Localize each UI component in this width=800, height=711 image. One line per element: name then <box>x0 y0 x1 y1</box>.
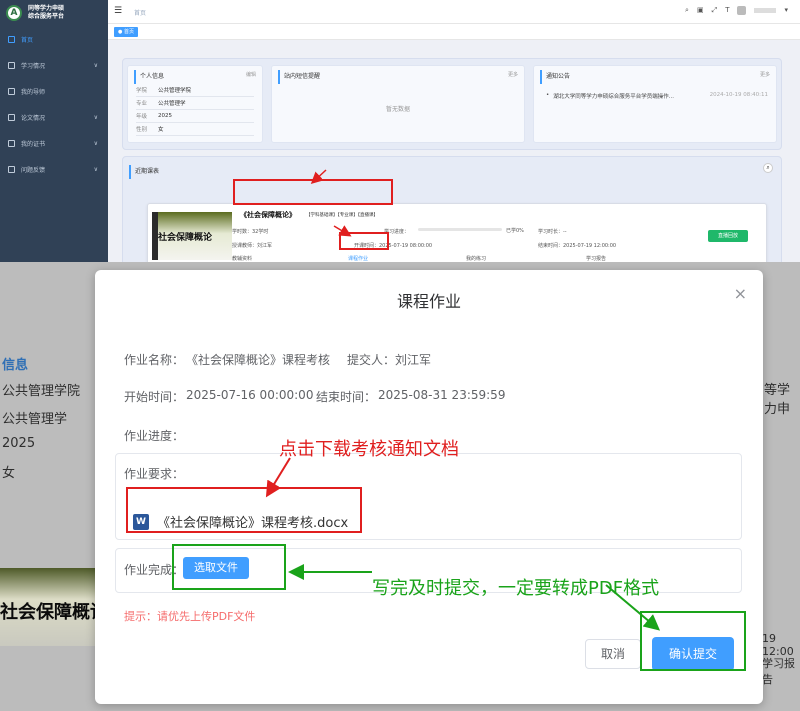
logo-line2: 综合服务平台 <box>28 13 65 20</box>
live-replay-button[interactable]: 直播回放 <box>708 230 748 242</box>
progress-percent: 已学0% <box>506 228 524 234</box>
study-duration: 学习时长：-- <box>538 229 567 235</box>
course-teacher: 授课教师：刘江军 <box>232 243 273 249</box>
personal-info-title: 个人信息 <box>134 70 262 84</box>
notice-more-link[interactable]: 更多 <box>760 71 770 78</box>
chevron-down-icon: ∨ <box>93 139 98 147</box>
sidebar-item-feedback[interactable]: 问题反馈 ∨ <box>0 156 108 182</box>
notice-item[interactable]: • 湖北大学同等学力申硕综合服务平台学员端操作... 2024-10-19 08… <box>546 92 768 100</box>
home-icon <box>8 35 15 43</box>
user-icon <box>8 87 15 95</box>
certificate-icon <box>8 139 15 147</box>
info-panel: 个人信息 编辑 学院 公共管理学院 专业 公共管理学 年级 2025 性别女 站内短信… <box>122 58 782 150</box>
highlight-course-name <box>233 179 393 205</box>
homework-name-label: 作业名称： <box>124 353 185 367</box>
breadcrumb[interactable]: 首页 <box>134 8 146 17</box>
start-time-value: 2025-07-16 00:00:00 <box>186 388 314 402</box>
hamburger-icon[interactable]: ☰ <box>114 6 122 16</box>
sms-title: 站内短信提醒 <box>278 70 524 84</box>
tab-home[interactable]: ● 首页 <box>114 27 138 37</box>
username-placeholder <box>754 8 777 13</box>
info-row: 年级 2025 <box>136 110 254 123</box>
sms-more-link[interactable]: 更多 <box>508 71 518 78</box>
logo-icon: A <box>6 5 22 21</box>
upload-hint: 提示：请优先上传PDF文件 <box>124 610 256 623</box>
notice-card: 通知公告 更多 • 湖北大学同等学力申硕综合服务平台学员端操作... 2024-… <box>533 65 777 143</box>
sidebar-item-home[interactable]: 首页 <box>0 26 108 52</box>
dashboard-screenshot: A 同等学力申硕 综合服务平台 首页 学习情况 ∨ 我的导师 论文情况 ∨ 我的证书… <box>0 0 800 262</box>
chevron-down-icon: ∨ <box>93 61 98 69</box>
progress-label: 作业进度： <box>124 429 185 443</box>
chevron-down-icon: ∨ <box>93 165 98 173</box>
sidebar-item-study[interactable]: 学习情况 ∨ <box>0 52 108 78</box>
submitter-value: 刘江军 <box>395 353 432 367</box>
document-icon <box>8 113 15 121</box>
info-row: 性别女 <box>136 123 254 136</box>
sidebar-item-certificate[interactable]: 我的证书 ∨ <box>0 130 108 156</box>
highlight-submit <box>640 611 746 671</box>
homework-name-value: 《社会保障概论》课程考核 <box>186 353 331 367</box>
font-size-icon[interactable]: T <box>725 6 729 15</box>
chevron-down-icon: ∨ <box>93 113 98 121</box>
end-time-value: 2025-08-31 23:59:59 <box>378 388 506 402</box>
empty-text: 暂无数据 <box>385 106 410 113</box>
submitter-label: 提交人： <box>347 353 396 367</box>
tags-bar: ● 首页 <box>108 24 800 40</box>
main-content: 个人信息 编辑 学院 公共管理学院 专业 公共管理学 年级 2025 性别女 站内短信… <box>108 40 800 262</box>
materials-link[interactable]: 教辅资料 <box>232 255 252 262</box>
highlight-select-file <box>172 544 286 590</box>
close-icon[interactable]: × <box>734 284 747 303</box>
edit-link[interactable]: 编辑 <box>246 71 256 78</box>
personal-info-card: 个人信息 编辑 学院 公共管理学院 专业 公共管理学 年级 2025 性别女 <box>127 65 263 143</box>
annotation-submit: 写完及时提交，一定要转成PDF格式 <box>372 578 660 599</box>
search-icon[interactable]: ⌕ <box>763 163 773 173</box>
progress-bar <box>418 228 502 231</box>
course-card: 社会保障概论 《社会保障概论》 【学科基础课】【专业课】【直播课】 学时数：32… <box>147 203 767 262</box>
course-hours: 学时数：32学时 <box>232 229 269 235</box>
user-dropdown-icon[interactable]: ▾ <box>784 6 788 15</box>
annotation-download: 点击下载考核通知文档 <box>279 439 459 460</box>
avatar[interactable] <box>737 6 747 15</box>
end-time-label: 结束时间： <box>316 390 377 404</box>
course-thumbnail[interactable]: 社会保障概论 <box>152 212 232 260</box>
start-time-label: 开始时间： <box>124 390 185 404</box>
course-end: 结束时间：2025-07-19 12:00:00 <box>538 243 617 249</box>
sidebar: A 同等学力申硕 综合服务平台 首页 学习情况 ∨ 我的导师 论文情况 ∨ 我的证书… <box>0 0 108 262</box>
feedback-icon <box>8 165 15 173</box>
list-icon <box>8 61 15 69</box>
cancel-button[interactable]: 取消 <box>585 639 641 669</box>
notice-title: 通知公告 <box>540 70 776 84</box>
search-icon[interactable]: ⌕ <box>685 6 689 15</box>
highlight-document <box>126 487 362 533</box>
course-tags: 【学科基础课】【专业课】【直播课】 <box>306 213 378 218</box>
info-row: 学院 公共管理学院 <box>136 84 254 97</box>
sidebar-item-thesis[interactable]: 论文情况 ∨ <box>0 104 108 130</box>
message-icon[interactable]: ▣ <box>697 6 704 15</box>
logo: A 同等学力申硕 综合服务平台 <box>0 0 108 26</box>
recent-title: 近期课表 <box>129 165 781 179</box>
course-name: 《社会保障概论》 <box>240 211 296 219</box>
report-link[interactable]: 学习报告 <box>586 255 606 262</box>
requirement-label: 作业要求： <box>124 467 185 481</box>
practice-link[interactable]: 我的练习 <box>466 255 486 262</box>
sms-card: 站内短信提醒 更多 暂无数据 <box>271 65 525 143</box>
dialog-title: 课程作业 <box>396 292 461 311</box>
dialog-screenshot: 信息 公共管理学院 公共管理学 2025 女 等学力申 社会保障概论 19 12… <box>0 262 800 711</box>
homework-link[interactable]: 课程作业 <box>348 255 368 262</box>
logo-line1: 同等学力申硕 <box>28 5 65 12</box>
fullscreen-icon[interactable]: ⤢ <box>712 6 718 15</box>
highlight-homework-link <box>339 232 389 250</box>
sidebar-item-mentor[interactable]: 我的导师 <box>0 78 108 104</box>
info-row: 专业 公共管理学 <box>136 97 254 110</box>
recent-schedule-panel: 近期课表 ⌕ 社会保障概论 《社会保障概论》 【学科基础课】【专业课】【直播课】… <box>122 156 782 262</box>
top-navbar: ☰ 首页 ⌕ ▣ ⤢ T ▾ <box>108 0 800 24</box>
